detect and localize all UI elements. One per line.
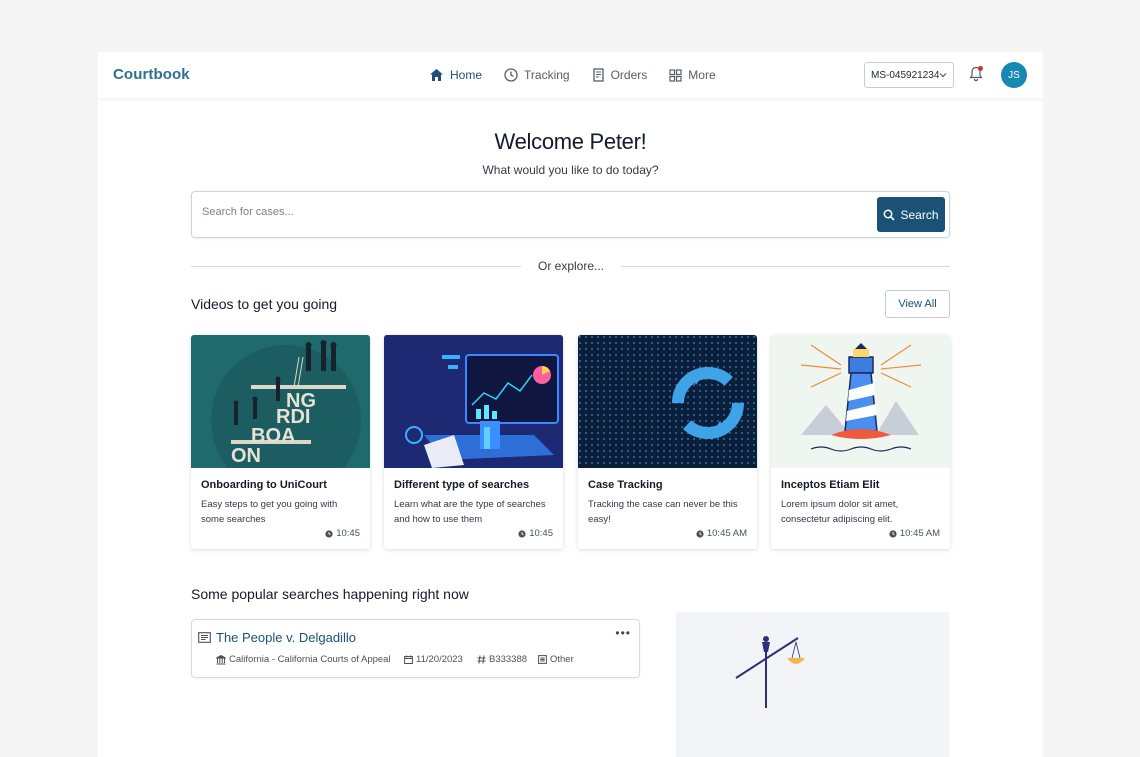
video-card-case-tracking[interactable]: Case Tracking Tracking the case can neve… — [578, 335, 757, 549]
clock-icon — [889, 529, 897, 538]
video-duration-text: 10:45 — [529, 528, 553, 539]
result-title-link[interactable]: The People v. Delgadillo — [216, 630, 356, 645]
grid-icon — [669, 68, 682, 82]
nav-tracking-label: Tracking — [524, 68, 570, 82]
video-card-onboarding[interactable]: NG RDI BOA ON Onboarding to UniCourt Eas… — [191, 335, 370, 549]
case-search-box: Search — [191, 191, 950, 238]
result-category-text: Other — [550, 654, 574, 665]
popular-heading: Some popular searches happening right no… — [191, 586, 469, 602]
document-icon — [198, 632, 211, 643]
video-duration-text: 10:45 — [336, 528, 360, 539]
result-date-text: 11/20/2023 — [416, 654, 463, 665]
result-category: Other — [538, 654, 574, 665]
divider-line-left — [191, 266, 521, 267]
video-title: Onboarding to UniCourt — [201, 479, 327, 491]
page-title: Welcome Peter! — [494, 129, 647, 154]
clock-icon — [518, 529, 526, 538]
top-navigation-bar: Courtbook Home Tracking Orders More MS-0… — [98, 52, 1043, 98]
videos-heading: Videos to get you going — [191, 296, 338, 312]
video-description: Learn what are the type of searches and … — [394, 499, 546, 525]
clock-icon — [696, 529, 704, 538]
video-thumbnail: NG RDI BOA ON — [191, 335, 370, 468]
video-duration-text: 10:45 AM — [706, 528, 747, 539]
avatar[interactable]: JS — [1001, 62, 1027, 88]
app-window: Courtbook Home Tracking Orders More MS-0… — [98, 52, 1043, 757]
account-selector[interactable]: MS-045921234 — [864, 62, 954, 88]
home-icon — [430, 69, 443, 81]
video-title: Inceptos Etiam Elit — [781, 479, 880, 491]
result-court-text: California - California Courts of Appeal — [229, 654, 391, 665]
calendar-icon — [404, 655, 413, 664]
notification-dot — [978, 66, 983, 71]
video-duration: 10:45 AM — [696, 528, 747, 539]
lighthouse-illustration-icon — [771, 335, 950, 468]
courthouse-icon — [216, 654, 226, 664]
nav-home[interactable]: Home — [429, 68, 482, 82]
search-icon — [884, 209, 896, 221]
search-input[interactable] — [202, 206, 862, 218]
result-case-number: B333388 — [477, 654, 527, 665]
video-description: Tracking the case can never be this easy… — [588, 499, 738, 525]
scale-of-justice-icon — [735, 636, 805, 708]
video-thumbnail — [384, 335, 563, 468]
video-description: Easy steps to get you going with some se… — [201, 499, 338, 525]
result-date: 11/20/2023 — [404, 654, 463, 665]
divider-line-right — [621, 266, 950, 267]
list-icon — [538, 655, 547, 664]
nav-tracking[interactable]: Tracking — [504, 68, 570, 82]
dashboard-laptop-illustration-icon — [384, 335, 563, 468]
refresh-illustration-icon — [578, 335, 757, 468]
hash-icon — [477, 655, 486, 664]
explore-divider: Or explore... — [191, 259, 950, 275]
nav-more[interactable]: More — [669, 68, 716, 82]
search-button[interactable]: Search — [877, 197, 945, 232]
explore-label: Or explore... — [537, 259, 605, 273]
video-title: Case Tracking — [588, 479, 663, 491]
receipt-icon — [592, 68, 604, 82]
video-thumbnail — [578, 335, 757, 468]
thumb-word-on: ON — [231, 445, 261, 467]
brand-logo[interactable]: Courtbook — [113, 66, 190, 83]
video-duration-text: 10:45 AM — [899, 528, 940, 539]
view-all-button[interactable]: View All — [885, 290, 950, 318]
nav-orders-label: Orders — [610, 68, 648, 82]
more-options-button[interactable]: ••• — [615, 626, 631, 640]
result-case-number-text: B333388 — [489, 654, 528, 665]
page-subtitle: What would you like to do today? — [482, 163, 659, 177]
search-button-label: Search — [900, 207, 939, 222]
video-card-search-types[interactable]: Different type of searches Learn what ar… — [384, 335, 563, 549]
result-court: California - California Courts of Appeal — [216, 654, 391, 665]
account-id: MS-045921234 — [871, 69, 940, 81]
onboarding-illustration-icon: NG RDI BOA ON — [191, 335, 370, 468]
video-duration: 10:45 — [325, 528, 360, 539]
chevron-down-icon — [939, 73, 947, 78]
nav-home-label: Home — [450, 68, 483, 82]
main-nav: Home Tracking Orders More — [429, 52, 738, 98]
video-thumbnail — [771, 335, 950, 468]
clock-icon — [325, 529, 333, 538]
nav-more-label: More — [688, 68, 716, 82]
video-card-lighthouse[interactable]: Inceptos Etiam Elit Lorem ipsum dolor si… — [771, 335, 950, 549]
video-duration: 10:45 AM — [889, 528, 940, 539]
thumb-word-boa: BOA — [251, 425, 295, 447]
video-description: Lorem ipsum dolor sit amet, consectetur … — [781, 499, 899, 525]
video-duration: 10:45 — [518, 528, 553, 539]
justice-scale-illustration — [676, 612, 949, 757]
clock-icon — [504, 68, 518, 82]
nav-orders[interactable]: Orders — [592, 68, 648, 82]
video-title: Different type of searches — [394, 479, 530, 491]
search-result-card[interactable]: The People v. Delgadillo ••• California … — [191, 619, 640, 678]
